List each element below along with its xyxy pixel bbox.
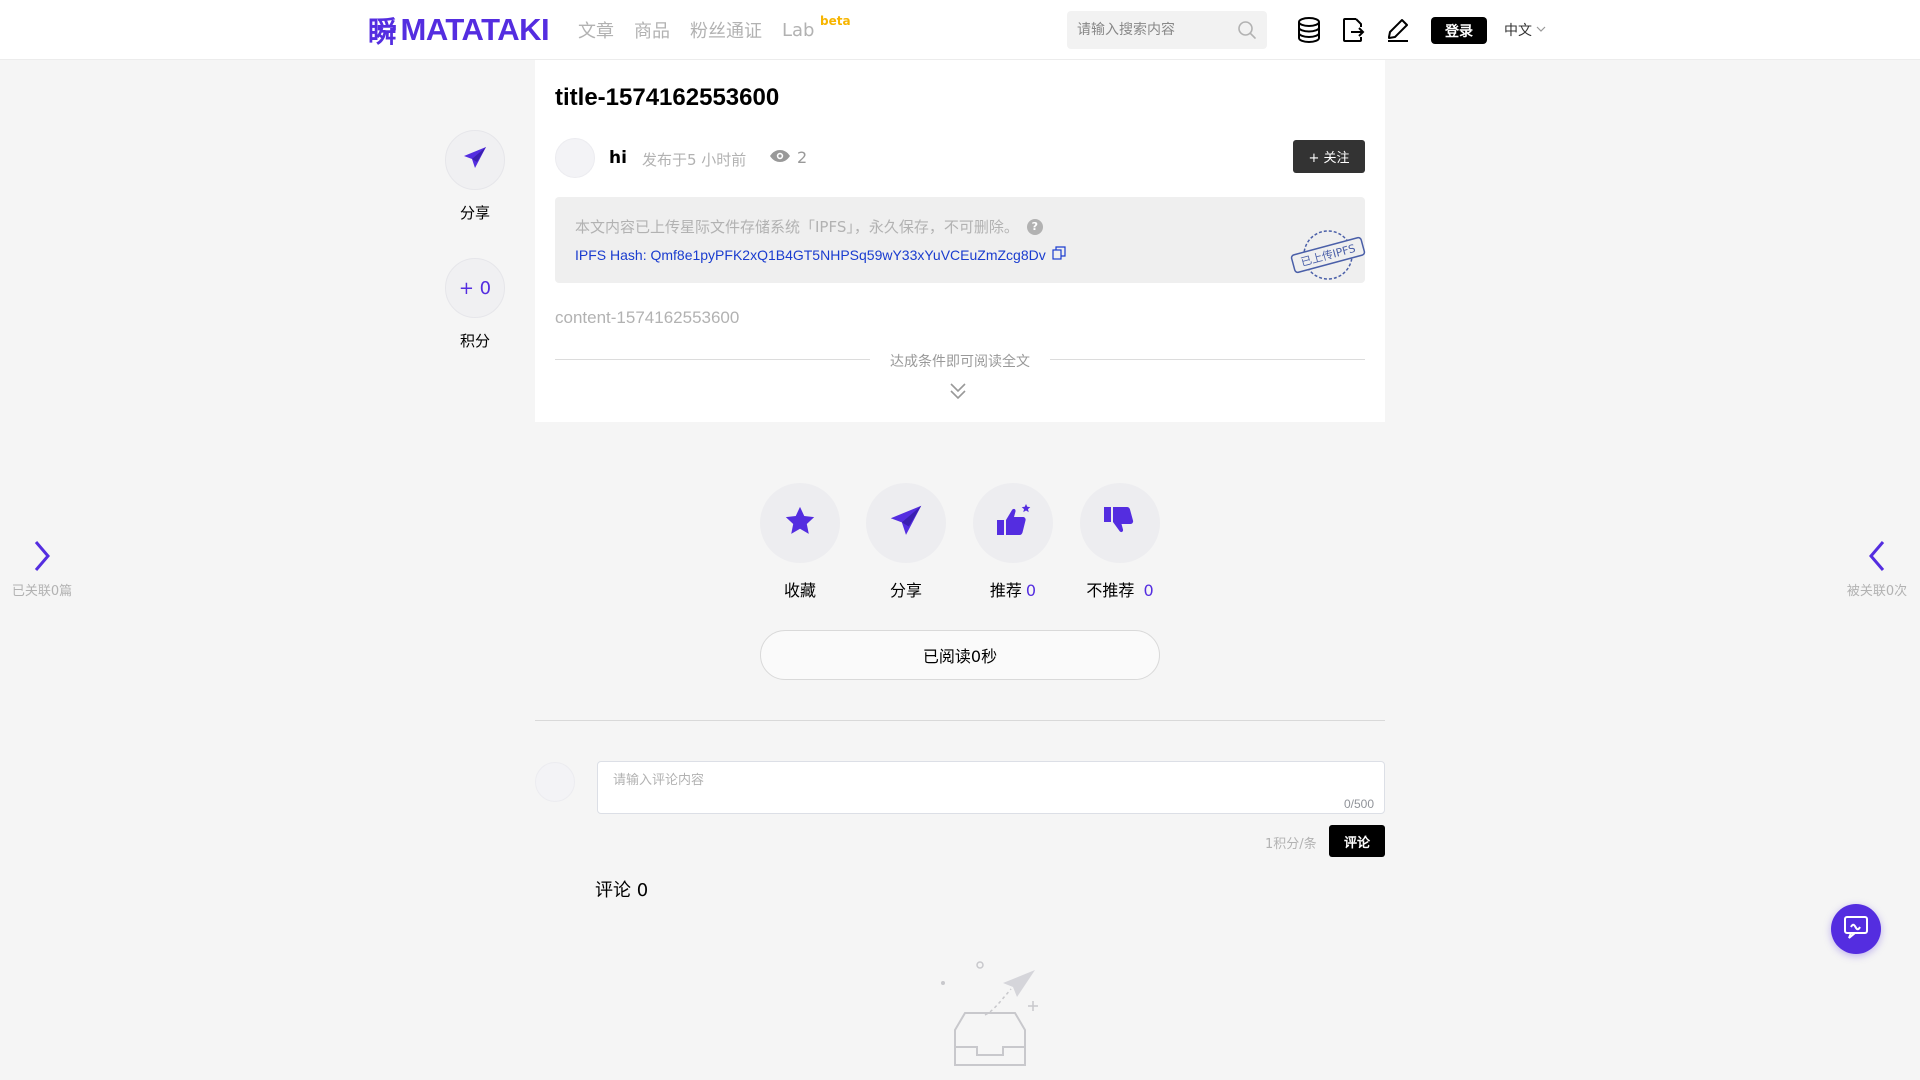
recommend-button[interactable] bbox=[973, 483, 1053, 563]
publish-time: 发布于5 小时前 bbox=[642, 151, 747, 169]
chevron-right-icon[interactable] bbox=[32, 541, 52, 576]
article-card: title-1574162553600 hi 发布于5 小时前 2 + 关注 本… bbox=[535, 60, 1385, 422]
paper-plane-icon bbox=[888, 503, 924, 543]
nav-item-fan-tokens[interactable]: 粉丝通证 bbox=[690, 17, 762, 43]
comment-cost: 1积分/条 bbox=[1265, 837, 1317, 852]
prev-article-nav[interactable]: 已关联0篇 bbox=[0, 540, 87, 599]
help-icon[interactable]: ? bbox=[1026, 218, 1043, 235]
comment-char-counter: 0/500 bbox=[1343, 797, 1374, 811]
nav-item-goods[interactable]: 商品 bbox=[634, 17, 670, 43]
database-icon[interactable] bbox=[1294, 15, 1324, 45]
share-button[interactable] bbox=[866, 483, 946, 563]
share-label: 分享 bbox=[889, 581, 922, 600]
author-name[interactable]: hi bbox=[609, 148, 627, 168]
bookmark-action[interactable]: 收藏 bbox=[760, 483, 840, 601]
search-box bbox=[1067, 11, 1267, 49]
side-share[interactable]: 分享 bbox=[444, 130, 506, 223]
nav-lab-label: Lab bbox=[782, 19, 815, 41]
divider-right bbox=[1050, 359, 1365, 360]
share-action[interactable]: 分享 bbox=[866, 483, 946, 601]
article-content: content-1574162553600 bbox=[555, 308, 740, 327]
bookmark-button[interactable] bbox=[760, 483, 840, 563]
export-icon[interactable] bbox=[1338, 15, 1368, 45]
chevron-down-icon bbox=[1536, 22, 1546, 38]
not-recommend-action[interactable]: 不推荐 0 bbox=[1080, 483, 1160, 601]
ipfs-note-text: 本文内容已上传星际文件存储系统「IPFS」，永久保存，不可删除。 bbox=[575, 218, 1019, 236]
login-button[interactable]: 登录 bbox=[1431, 17, 1487, 44]
next-article-nav[interactable]: 被关联0次 bbox=[1832, 540, 1920, 599]
logo-text: MATATAKI bbox=[400, 12, 550, 47]
copy-icon[interactable] bbox=[1052, 246, 1066, 263]
next-article-label: 被关联0次 bbox=[1846, 584, 1908, 599]
recommend-count: 0 bbox=[1025, 581, 1037, 600]
language-selector[interactable]: 中文 bbox=[1504, 20, 1546, 40]
eye-icon bbox=[769, 148, 791, 167]
recommend-label: 推荐 0 bbox=[989, 581, 1037, 600]
section-divider bbox=[535, 720, 1385, 721]
paper-plane-icon bbox=[462, 145, 488, 175]
comments-count-title: 评论 0 bbox=[595, 880, 649, 901]
comment-box: 0/500 bbox=[597, 761, 1385, 814]
search-input[interactable] bbox=[1067, 11, 1227, 49]
ipfs-hash[interactable]: IPFS Hash: Qmf8e1pyPFK2xQ1B4GT5NHPSq59wY… bbox=[575, 246, 1066, 263]
nav-item-articles[interactable]: 文章 bbox=[578, 17, 614, 43]
logo[interactable]: 瞬 MATATAKI bbox=[368, 10, 550, 50]
ipfs-hash-text: IPFS Hash: Qmf8e1pyPFK2xQ1B4GT5NHPSq59wY… bbox=[575, 246, 1046, 263]
author-avatar[interactable] bbox=[555, 138, 595, 178]
ipfs-notice: 本文内容已上传星际文件存储系统「IPFS」，永久保存，不可删除。 ? IPFS … bbox=[555, 197, 1366, 283]
empty-inbox-illustration bbox=[941, 961, 1038, 1066]
not-recommend-button[interactable] bbox=[1080, 483, 1160, 563]
ipfs-stamp: 已上传IPFS bbox=[1290, 230, 1366, 280]
beta-badge: beta bbox=[820, 13, 851, 28]
star-icon bbox=[783, 504, 817, 542]
top-header: 瞬 MATATAKI 文章 商品 粉丝通证 Lab beta 登录 中文 bbox=[0, 0, 1920, 60]
thumbs-down-icon bbox=[1101, 503, 1139, 543]
side-share-label: 分享 bbox=[459, 204, 490, 222]
side-share-button[interactable] bbox=[445, 130, 505, 190]
double-chevron-down-icon[interactable] bbox=[948, 382, 968, 404]
bookmark-label: 收藏 bbox=[783, 581, 816, 600]
search-icon[interactable] bbox=[1237, 20, 1257, 44]
view-count-value: 2 bbox=[797, 148, 808, 167]
not-recommend-count: 0 bbox=[1143, 581, 1154, 600]
chevron-left-icon[interactable] bbox=[1867, 541, 1887, 576]
prev-article-label: 已关联0篇 bbox=[11, 584, 73, 599]
nav-item-lab[interactable]: Lab beta bbox=[782, 14, 851, 41]
points-label: 积分 bbox=[459, 332, 490, 350]
unlock-hint: 达成条件即可阅读全文 bbox=[890, 354, 1030, 370]
recommend-action[interactable]: 推荐 0 bbox=[973, 483, 1053, 601]
points-value: + 0 bbox=[458, 277, 492, 299]
ipfs-note: 本文内容已上传星际文件存储系统「IPFS」，永久保存，不可删除。 ? bbox=[575, 216, 1043, 237]
follow-button[interactable]: + 关注 bbox=[1293, 140, 1365, 173]
view-count: 2 bbox=[769, 148, 807, 167]
comment-input[interactable] bbox=[598, 762, 1384, 813]
language-label: 中文 bbox=[1504, 23, 1532, 39]
read-time-pill: 已阅读0秒 bbox=[760, 630, 1160, 680]
commenter-avatar bbox=[535, 762, 575, 802]
not-recommend-label: 不推荐 0 bbox=[1086, 581, 1154, 600]
comment-submit-button[interactable]: 评论 bbox=[1329, 825, 1385, 857]
side-points[interactable]: + 0 积分 bbox=[444, 258, 506, 351]
divider-left bbox=[555, 359, 870, 360]
logo-mark: 瞬 bbox=[368, 17, 397, 49]
chat-icon bbox=[1843, 915, 1869, 943]
edit-icon[interactable] bbox=[1383, 15, 1413, 45]
feedback-button[interactable] bbox=[1831, 904, 1881, 954]
thumbs-up-icon bbox=[993, 502, 1033, 544]
article-title: title-1574162553600 bbox=[555, 84, 780, 111]
points-ring: + 0 bbox=[445, 258, 505, 318]
main-nav: 文章 商品 粉丝通证 Lab beta bbox=[578, 14, 851, 43]
